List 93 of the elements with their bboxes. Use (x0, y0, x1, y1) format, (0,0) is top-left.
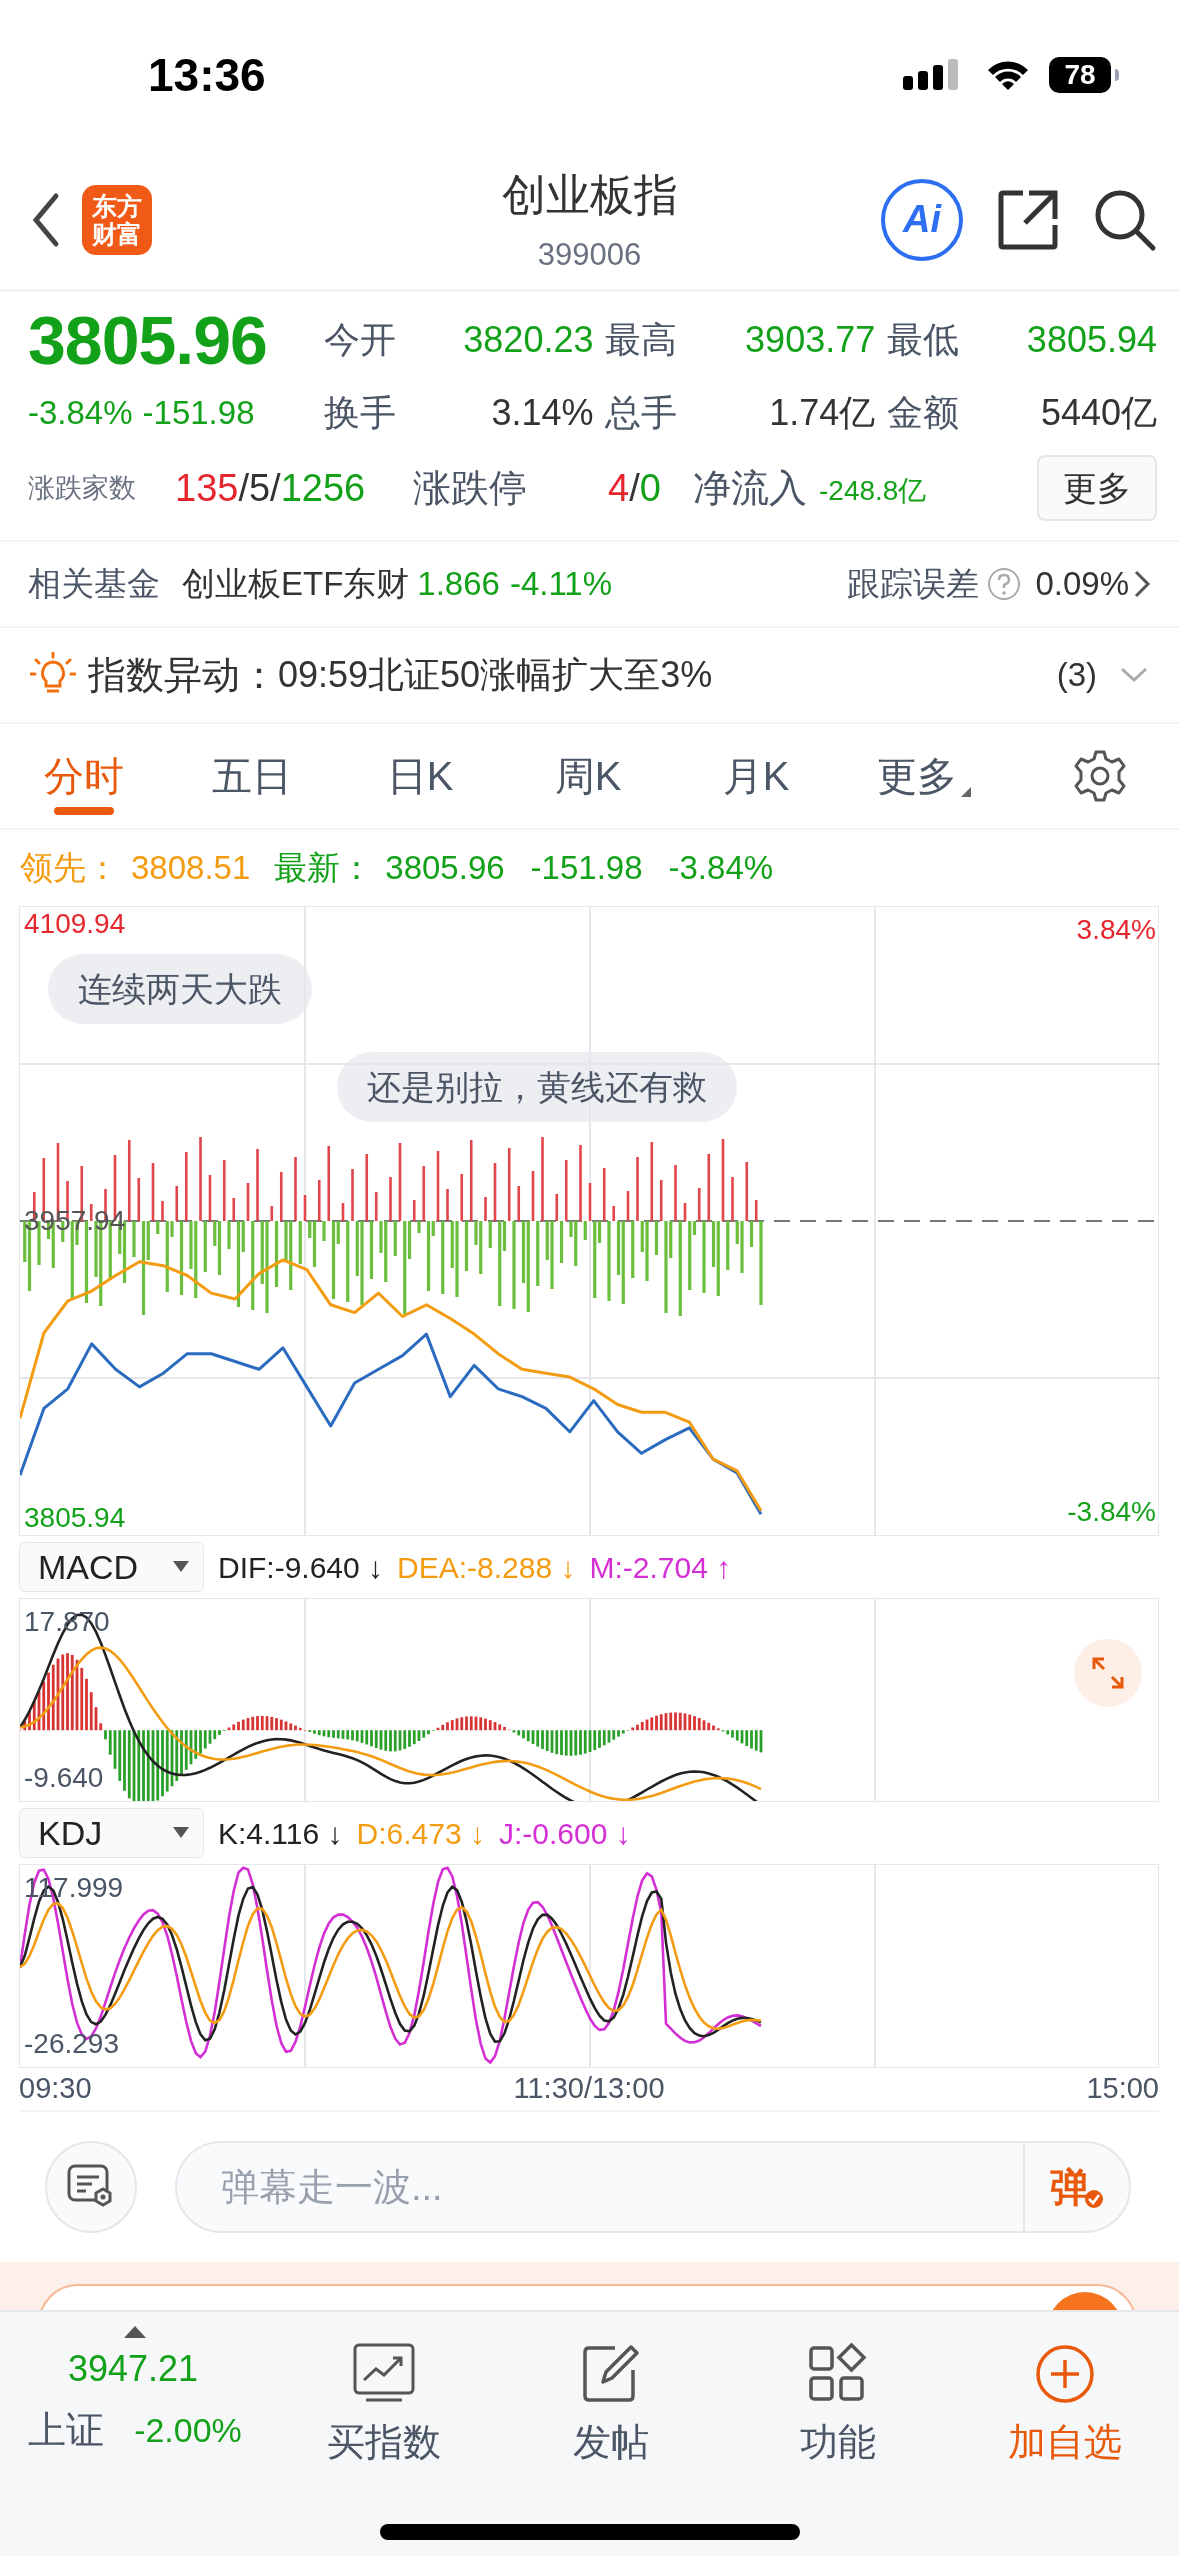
indicator-selector[interactable]: KDJ (19, 1808, 204, 1858)
chart-tab[interactable]: 更多 (840, 723, 1008, 829)
more-button[interactable]: 更多 (1037, 455, 1157, 521)
stat-label: 总手 (605, 391, 678, 435)
stat-value: 3805.94 (1026, 318, 1157, 362)
breadth-label: 涨跌家数 (28, 471, 137, 505)
chevron-right-icon[interactable] (1133, 569, 1151, 599)
separator: / (270, 465, 281, 511)
stat-label: 最高 (605, 318, 678, 362)
share-icon[interactable] (997, 188, 1059, 251)
separator: / (629, 465, 640, 511)
indicator-reading: K:4.116 ↓ (218, 1815, 343, 1852)
axis-label: 4109.94 (24, 907, 126, 941)
indicator-selector[interactable]: MACD (19, 1542, 204, 1592)
current-price: 3805.96 (28, 301, 268, 380)
settings-icon[interactable] (1072, 748, 1128, 804)
inflow-value: -248.8亿 (819, 474, 927, 508)
nav-item[interactable]: 买指数 (270, 2326, 497, 2471)
stat-label: 金额 (887, 391, 960, 435)
indicator-reading: M:-2.704 ↑ (589, 1549, 732, 1586)
separator: / (238, 465, 249, 511)
decliners-count: 1256 (280, 465, 366, 511)
stock-code: 399006 (537, 236, 642, 274)
ai-button[interactable]: Ai (881, 178, 963, 261)
stat-value: 3903.77 (745, 318, 876, 362)
limit-down-count: 0 (639, 465, 661, 511)
expand-up-icon[interactable] (124, 2326, 146, 2338)
latest-change: -151.98 (530, 848, 643, 889)
chart-tab[interactable]: 月K (672, 723, 840, 829)
battery-icon: 78 (1049, 57, 1111, 93)
tracking-label: 跟踪误差 (847, 564, 980, 605)
expand-icon (1090, 1655, 1126, 1691)
nav-item[interactable]: 发帖 (497, 2326, 724, 2471)
time-label: 09:30 (19, 2071, 92, 2107)
index-price: 3947.21 (67, 2347, 199, 2391)
indicator-reading: J:-0.600 ↓ (498, 1815, 631, 1852)
axis-label: -9.640 (24, 1761, 104, 1795)
alert-label: 指数异动： (88, 652, 278, 698)
fund-name[interactable]: 创业板ETF东财 (182, 559, 410, 609)
index-name: 上证 (28, 2408, 105, 2453)
limit-up-count: 4 (608, 465, 630, 511)
time-label: 11:30/13:00 (513, 2071, 665, 2107)
limit-label: 涨跌停 (413, 465, 528, 511)
fund-label: 相关基金 (28, 564, 160, 605)
chart-tab[interactable]: 周K (504, 723, 672, 829)
chart-tab[interactable]: 分时 (0, 723, 168, 829)
stat-label: 最低 (887, 318, 960, 362)
nav-label: 发帖 (572, 2420, 649, 2465)
indicator-reading: D:6.473 ↓ (356, 1815, 485, 1852)
comment-bubble: 还是别拉，黄线还有救 (337, 1052, 737, 1122)
stat-value: 3.14% (491, 391, 594, 435)
axis-label: 3805.94 (24, 1500, 126, 1535)
app-logo: 东方财富 (82, 184, 152, 255)
stat-value: 3820.23 (463, 318, 594, 362)
stat-label: 今开 (323, 318, 396, 362)
lead-label: 领先： (20, 848, 119, 889)
change-value: -151.98 (142, 393, 255, 434)
page-title: 创业板指 (501, 169, 678, 221)
unchanged-count: 5 (248, 465, 271, 511)
nav-label: 买指数 (326, 2420, 441, 2465)
back-icon[interactable] (30, 191, 60, 248)
dropdown-icon (173, 1827, 189, 1839)
stat-value: 1.74亿 (769, 391, 876, 435)
nav-label: 功能 (799, 2420, 876, 2465)
comment-field[interactable]: 弹幕走一波... (175, 2141, 1023, 2233)
nav-item[interactable]: 功能 (724, 2326, 951, 2471)
stat-value: 5440亿 (1040, 391, 1157, 435)
advancers-count: 135 (175, 465, 239, 511)
index-change: -2.00% (134, 2410, 242, 2451)
indicator-reading: DIF:-9.640 ↓ (218, 1549, 384, 1586)
fund-change: -4.11% (509, 564, 613, 605)
comment-bubble: 连续两天大跌 (48, 954, 312, 1024)
alert-count: (3) (1056, 655, 1097, 696)
latest-value: 3805.96 (385, 848, 505, 889)
indicator-reading: DEA:-8.288 ↓ (397, 1549, 576, 1586)
inflow-label: 净流入 (693, 465, 807, 511)
axis-label: -3.84% (1067, 1495, 1156, 1529)
fund-price: 1.866 (417, 564, 500, 605)
latest-label: 最新： (274, 848, 374, 889)
chart-tab[interactable]: 五日 (168, 723, 336, 829)
status-time: 13:36 (148, 47, 266, 103)
lead-value: 3808.51 (131, 848, 251, 889)
chart-tab[interactable]: 日K (336, 723, 504, 829)
alert-text[interactable]: 09:59北证50涨幅扩大至3% (278, 648, 713, 702)
latest-change-percent: -3.84% (668, 848, 774, 889)
axis-label: 3.84% (1076, 913, 1156, 947)
tracking-value: 0.09% (1035, 564, 1129, 605)
time-label: 15:00 (1086, 2071, 1159, 2107)
nav-label: 加自选 (1007, 2420, 1122, 2465)
change-percent: -3.84% (28, 393, 133, 434)
stat-label: 换手 (323, 391, 396, 435)
axis-label: -26.293 (24, 2027, 119, 2061)
dropdown-icon (173, 1561, 189, 1573)
